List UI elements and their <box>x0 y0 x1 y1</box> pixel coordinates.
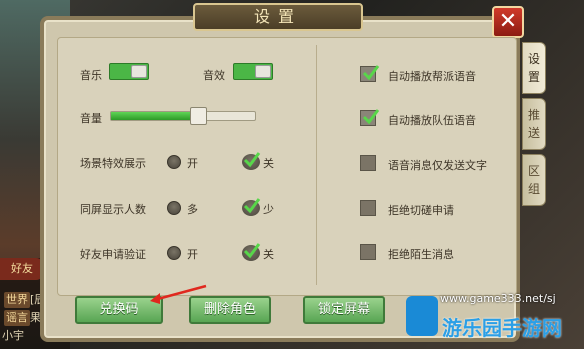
same-screen-many-radio[interactable] <box>167 201 181 215</box>
friend-tab[interactable]: 好友 <box>0 258 44 280</box>
check-icon <box>243 198 261 214</box>
scene-effects-label: 场景特效展示 <box>80 157 146 170</box>
tab-push[interactable]: 推送 <box>522 98 546 150</box>
team-voice-label: 自动播放队伍语音 <box>388 114 476 127</box>
lock-screen-button[interactable]: 锁定屏幕 <box>303 296 385 324</box>
scene-effects-off-radio[interactable] <box>242 152 261 170</box>
checkbox-guild-voice[interactable] <box>360 65 380 82</box>
volume-slider-handle[interactable] <box>189 107 207 125</box>
tab-settings[interactable]: 设置 <box>522 42 546 94</box>
watermark: www.game333.net/sj 游乐园手游网 <box>400 290 584 349</box>
volume-fill <box>111 112 199 120</box>
volume-label: 音量 <box>80 112 102 125</box>
dialog-title: 设置 <box>253 7 302 26</box>
sfx-label: 音效 <box>203 69 225 82</box>
scene-effects-on-radio[interactable] <box>167 155 181 169</box>
sfx-toggle[interactable] <box>233 63 273 80</box>
friend-verify-off-radio[interactable] <box>242 243 261 261</box>
checkbox-team-voice[interactable] <box>360 109 380 126</box>
chat-line: 小宇 <box>2 329 24 342</box>
site-logo-icon <box>406 296 438 336</box>
check-icon <box>243 152 261 168</box>
volume-slider[interactable] <box>110 111 256 121</box>
close-button[interactable]: ✕ <box>492 6 524 38</box>
friend-verify-label: 好友申请验证 <box>80 248 146 261</box>
same-screen-many-label: 多 <box>187 203 198 216</box>
friend-verify-off-label: 关 <box>263 248 274 261</box>
same-screen-few-radio[interactable] <box>242 198 261 216</box>
column-divider <box>316 45 317 285</box>
dialog-title-bar: 设置 <box>193 3 363 31</box>
watermark-name: 游乐园手游网 <box>442 316 562 340</box>
annotation-arrow-icon <box>150 284 207 304</box>
check-icon <box>362 65 380 81</box>
toggle-knob <box>131 65 147 78</box>
friend-verify-on-label: 开 <box>187 248 198 261</box>
check-icon <box>362 109 380 125</box>
watermark-url: www.game333.net/sj <box>440 292 556 305</box>
guild-voice-label: 自动播放帮派语音 <box>388 70 476 83</box>
same-screen-label: 同屏显示人数 <box>80 203 146 216</box>
music-label: 音乐 <box>80 69 102 82</box>
checkbox-reject-duel[interactable] <box>360 200 376 216</box>
checkbox-reject-strangers[interactable] <box>360 244 376 260</box>
friend-verify-on-radio[interactable] <box>167 246 181 260</box>
tab-server-group[interactable]: 区组 <box>522 154 546 206</box>
toggle-knob <box>255 65 271 78</box>
same-screen-few-label: 少 <box>263 203 274 216</box>
scene-effects-off-label: 关 <box>263 157 274 170</box>
reject-duel-label: 拒绝切磋申请 <box>388 204 454 217</box>
check-icon <box>243 243 261 259</box>
music-toggle[interactable] <box>109 63 149 80</box>
chat-line: 世界 [辰 <box>4 292 46 308</box>
reject-strangers-label: 拒绝陌生消息 <box>388 248 454 261</box>
voice-text-only-label: 语音消息仅发送文字 <box>388 159 487 172</box>
checkbox-voice-text-only[interactable] <box>360 155 376 171</box>
scene-effects-on-label: 开 <box>187 157 198 170</box>
